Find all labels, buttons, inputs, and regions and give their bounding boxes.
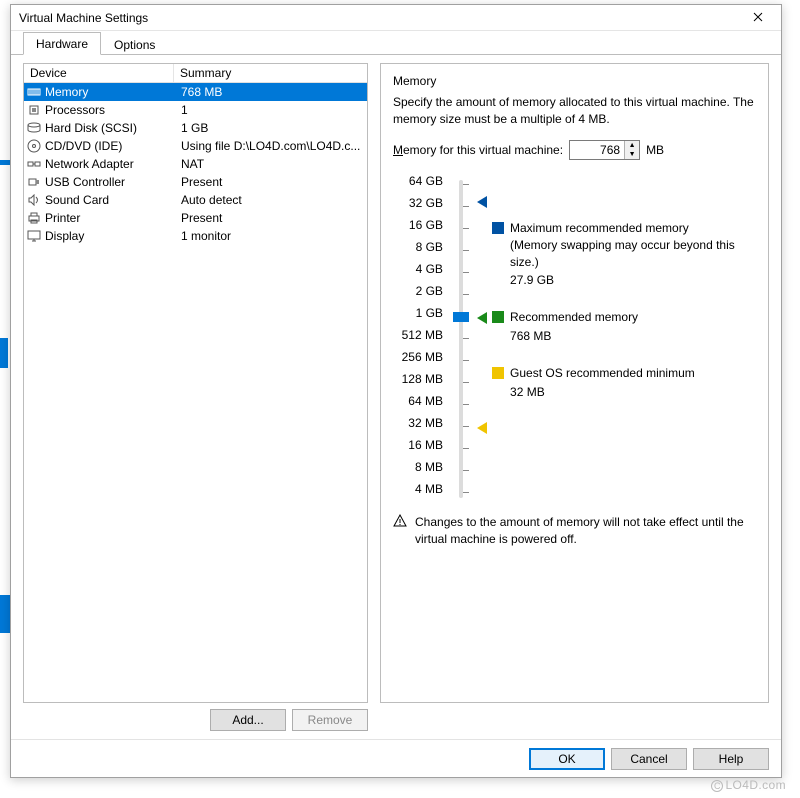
tab-options[interactable]: Options — [101, 33, 168, 55]
table-row[interactable]: Network AdapterNAT — [24, 155, 367, 173]
memory-label: Memory for this virtual machine: — [393, 143, 563, 157]
memory-icon — [26, 84, 42, 100]
square-icon — [492, 367, 504, 379]
scale-label: 32 MB — [393, 416, 443, 438]
max-marker-icon — [477, 196, 487, 208]
remove-button[interactable]: Remove — [292, 709, 368, 731]
square-icon — [492, 222, 504, 234]
warning-icon — [393, 514, 407, 533]
scale-label: 16 GB — [393, 218, 443, 240]
tabstrip: Hardware Options — [11, 31, 781, 55]
rec-marker-icon — [477, 312, 487, 324]
device-table: Device Summary Memory768 MBProcessors1Ha… — [23, 63, 368, 703]
device-summary: NAT — [175, 157, 367, 171]
device-summary: 1 GB — [175, 121, 367, 135]
scale-label: 32 GB — [393, 196, 443, 218]
memory-spinbox[interactable]: ▲ ▼ — [569, 140, 640, 160]
scale-label: 256 MB — [393, 350, 443, 372]
device-name: Hard Disk (SCSI) — [45, 121, 175, 135]
scale-label: 16 MB — [393, 438, 443, 460]
slider-thumb[interactable] — [453, 312, 469, 322]
table-row[interactable]: Memory768 MB — [24, 83, 367, 101]
scale-label: 512 MB — [393, 328, 443, 350]
help-button[interactable]: Help — [693, 748, 769, 770]
memory-warning: Changes to the amount of memory will not… — [393, 514, 756, 548]
sound-icon — [26, 192, 42, 208]
memory-scale: 64 GB32 GB16 GB8 GB4 GB2 GB1 GB512 MB256… — [393, 174, 449, 504]
usb-icon — [26, 174, 42, 190]
device-name: Memory — [45, 85, 175, 99]
device-summary: Present — [175, 211, 367, 225]
cancel-button[interactable]: Cancel — [611, 748, 687, 770]
min-marker-icon — [477, 422, 487, 434]
device-name: Printer — [45, 211, 175, 225]
device-name: Sound Card — [45, 193, 175, 207]
close-icon — [753, 12, 763, 22]
device-summary: 1 — [175, 103, 367, 117]
spin-up-icon[interactable]: ▲ — [625, 141, 639, 150]
cpu-icon — [26, 102, 42, 118]
table-row[interactable]: USB ControllerPresent — [24, 173, 367, 191]
device-summary: Using file D:\LO4D.com\LO4D.c... — [175, 139, 367, 153]
scale-label: 1 GB — [393, 306, 443, 328]
memory-input[interactable] — [570, 141, 624, 159]
scale-label: 2 GB — [393, 284, 443, 306]
device-summary: Auto detect — [175, 193, 367, 207]
scale-label: 8 MB — [393, 460, 443, 482]
scale-label: 128 MB — [393, 372, 443, 394]
device-name: CD/DVD (IDE) — [45, 139, 175, 153]
table-row[interactable]: Display1 monitor — [24, 227, 367, 245]
device-summary: 768 MB — [175, 85, 367, 99]
col-summary[interactable]: Summary — [174, 64, 367, 82]
device-name: Display — [45, 229, 175, 243]
add-button[interactable]: Add... — [210, 709, 286, 731]
device-summary: Present — [175, 175, 367, 189]
dialog-footer: OK Cancel Help — [11, 739, 781, 777]
scale-label: 4 MB — [393, 482, 443, 504]
device-name: Network Adapter — [45, 157, 175, 171]
ok-button[interactable]: OK — [529, 748, 605, 770]
vm-settings-dialog: Virtual Machine Settings Hardware Option… — [10, 4, 782, 778]
hdd-icon — [26, 120, 42, 136]
memory-slider[interactable] — [449, 174, 472, 504]
display-icon — [26, 228, 42, 244]
legend-min: Guest OS recommended minimum 32 MB — [492, 365, 756, 401]
memory-title: Memory — [393, 74, 756, 88]
scale-label: 4 GB — [393, 262, 443, 284]
device-name: USB Controller — [45, 175, 175, 189]
table-row[interactable]: Sound CardAuto detect — [24, 191, 367, 209]
cd-icon — [26, 138, 42, 154]
printer-icon — [26, 210, 42, 226]
table-row[interactable]: PrinterPresent — [24, 209, 367, 227]
spin-down-icon[interactable]: ▼ — [625, 150, 639, 159]
scale-label: 64 MB — [393, 394, 443, 416]
titlebar: Virtual Machine Settings — [11, 5, 781, 31]
scale-label: 64 GB — [393, 174, 443, 196]
legend-max: Maximum recommended memory (Memory swapp… — [492, 220, 756, 289]
col-device[interactable]: Device — [24, 64, 174, 82]
table-row[interactable]: CD/DVD (IDE)Using file D:\LO4D.com\LO4D.… — [24, 137, 367, 155]
memory-desc: Specify the amount of memory allocated t… — [393, 94, 756, 128]
table-row[interactable]: Processors1 — [24, 101, 367, 119]
legend-rec: Recommended memory 768 MB — [492, 309, 756, 345]
square-icon — [492, 311, 504, 323]
device-name: Processors — [45, 103, 175, 117]
memory-unit: MB — [646, 143, 664, 157]
tab-hardware[interactable]: Hardware — [23, 32, 101, 55]
watermark: CLO4D.com — [711, 777, 786, 792]
memory-panel: Memory Specify the amount of memory allo… — [380, 63, 769, 703]
scale-label: 8 GB — [393, 240, 443, 262]
close-button[interactable] — [743, 11, 773, 25]
device-summary: 1 monitor — [175, 229, 367, 243]
net-icon — [26, 156, 42, 172]
table-row[interactable]: Hard Disk (SCSI)1 GB — [24, 119, 367, 137]
window-title: Virtual Machine Settings — [19, 11, 743, 25]
